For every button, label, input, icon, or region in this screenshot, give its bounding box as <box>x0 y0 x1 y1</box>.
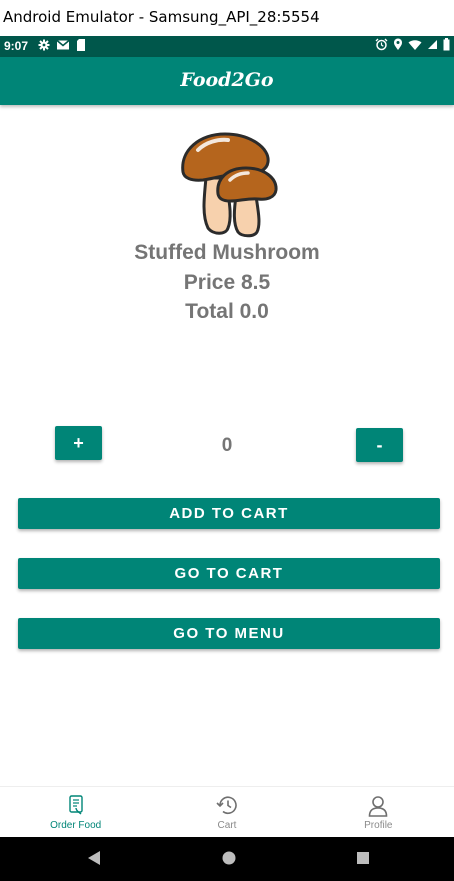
food-price: Price 8.5 <box>183 271 271 294</box>
bottom-navigation: Order Food Cart Profile <box>0 786 454 837</box>
nav-label-cart: Cart <box>217 820 237 831</box>
battery-icon <box>443 38 450 51</box>
home-icon[interactable] <box>222 850 236 866</box>
go-to-menu-button[interactable]: GO TO MENU <box>18 618 440 649</box>
food-name: Stuffed Mushroom <box>134 241 320 264</box>
nav-item-cart[interactable]: Cart <box>151 787 302 837</box>
wifi-icon <box>408 39 422 50</box>
recents-icon[interactable] <box>356 850 370 866</box>
system-navigation-bar <box>0 837 454 881</box>
nav-label-order-food: Order Food <box>50 820 102 831</box>
nav-item-profile[interactable]: Profile <box>303 787 454 837</box>
order-food-icon <box>68 795 83 815</box>
food-total: Total 0.0 <box>185 300 269 323</box>
go-to-cart-button[interactable]: GO TO CART <box>18 558 440 589</box>
history-icon <box>216 796 237 815</box>
person-icon <box>369 796 388 817</box>
back-icon[interactable] <box>87 850 101 866</box>
sd-card-icon <box>77 39 85 51</box>
gmail-icon <box>56 39 70 50</box>
emulator-title-bar: Android Emulator - Samsung_API_28:5554 <box>0 0 454 36</box>
app-bar: Food2Go <box>0 57 454 105</box>
status-bar: 9:07 <box>0 36 454 57</box>
decrement-button[interactable]: - <box>356 428 403 462</box>
mushroom-image <box>181 132 278 238</box>
location-icon <box>394 38 402 50</box>
nav-item-order-food[interactable]: Order Food <box>0 787 151 837</box>
add-to-cart-button[interactable]: ADD TO CART <box>18 498 440 529</box>
nav-label-profile: Profile <box>364 820 393 831</box>
settings-icon <box>38 39 50 51</box>
status-time: 9:07 <box>4 39 29 53</box>
alarm-icon <box>375 38 388 51</box>
signal-icon <box>428 40 437 49</box>
emulator-title: Android Emulator - Samsung_API_28:5554 <box>3 8 320 26</box>
app-title: Food2Go <box>180 69 274 91</box>
